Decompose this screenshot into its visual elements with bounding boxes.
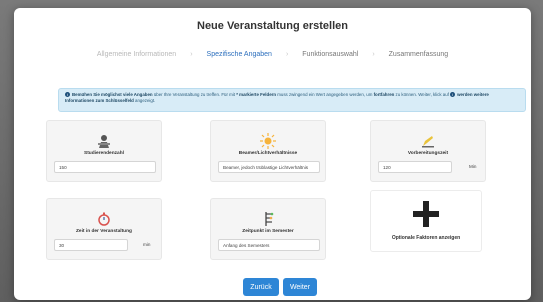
- semester-time-select[interactable]: Anfang des Semesters: [218, 239, 320, 251]
- step-summary[interactable]: Zusammenfassung: [389, 51, 449, 58]
- pencil-icon: [420, 133, 436, 149]
- factor-card-students: Studierendenzahl 150: [46, 120, 162, 182]
- card-label: Zeit in der Veranstaltung: [76, 229, 132, 234]
- step-label: Allgemeine Informationen: [96, 50, 177, 58]
- next-button[interactable]: Weiter: [283, 278, 317, 296]
- back-button[interactable]: Zurück: [243, 278, 279, 296]
- step-label: Spezifische Angaben: [206, 50, 272, 58]
- step-general-info[interactable]: Allgemeine Informationen: [97, 51, 176, 58]
- stepper: Allgemeine Informationen › Spezifische A…: [14, 48, 531, 60]
- step-label: Zusammenfassung: [388, 50, 449, 58]
- step-label: Funktionsauswahl: [302, 50, 359, 58]
- create-event-modal: Neue Veranstaltung erstellen Allgemeine …: [14, 8, 531, 300]
- factor-card-time-in-event: Zeit in der Veranstaltung 30 min: [46, 198, 162, 260]
- chevron-right-icon: ›: [190, 50, 193, 58]
- card-label: Studierendenzahl: [84, 151, 124, 156]
- timeline-icon: [260, 211, 276, 227]
- time-in-event-input[interactable]: 30: [54, 239, 128, 251]
- student-icon: [96, 133, 112, 149]
- card-label: Vorbereitungszeit: [407, 151, 449, 156]
- step-specific-info[interactable]: Spezifische Angaben: [207, 51, 272, 58]
- info-text: angezeigt.: [133, 98, 156, 103]
- info-text: fortfahren: [373, 92, 395, 97]
- info-icon: i: [450, 92, 456, 98]
- beamer-input[interactable]: Beamer, jedoch trüblastige Lichtverhältn…: [218, 161, 320, 173]
- chevron-right-icon: ›: [285, 50, 289, 58]
- step-function-selection[interactable]: Funktionsauswahl: [302, 51, 358, 58]
- chevron-right-icon: ›: [372, 50, 375, 58]
- info-alert: i Bemühen Sie möglichst viele Angaben übe…: [58, 88, 526, 112]
- info-text: Bemühen Sie möglichst viele Angaben: [72, 92, 153, 97]
- modal-title: Neue Veranstaltung erstellen: [197, 20, 348, 32]
- stopwatch-icon: [96, 211, 112, 227]
- factor-card-beamer: Beamer/Lichtverhältnisse Beamer, jedoch …: [210, 120, 326, 182]
- info-text: über Ihre Veranstaltung zu treffen. Für …: [152, 92, 237, 97]
- plus-icon: [413, 201, 439, 227]
- unit-label: Min: [469, 164, 477, 169]
- unit-label: min: [143, 242, 151, 247]
- students-input[interactable]: 150: [54, 161, 156, 173]
- info-icon: i: [65, 92, 70, 98]
- info-text: * markierte Feldern: [236, 92, 277, 97]
- info-text: muss zwingend ein Wert angegeben werden,…: [276, 92, 374, 97]
- card-label: Zeitpunkt im Semester: [242, 229, 294, 234]
- show-optional-factors-card[interactable]: Optionale Faktoren anzeigen: [370, 190, 482, 252]
- factor-card-preparation: Vorbereitungszeit 120 Min: [370, 120, 486, 182]
- sun-icon: [260, 133, 276, 149]
- card-label: Beamer/Lichtverhältnisse: [238, 151, 298, 156]
- info-text: zu können. Weiter, klick auf: [394, 92, 451, 97]
- factor-card-semester-time: Zeitpunkt im Semester Anfang des Semeste…: [210, 198, 326, 260]
- preparation-time-input[interactable]: 120: [378, 161, 452, 173]
- card-label: Optionale Faktoren anzeigen: [391, 235, 461, 241]
